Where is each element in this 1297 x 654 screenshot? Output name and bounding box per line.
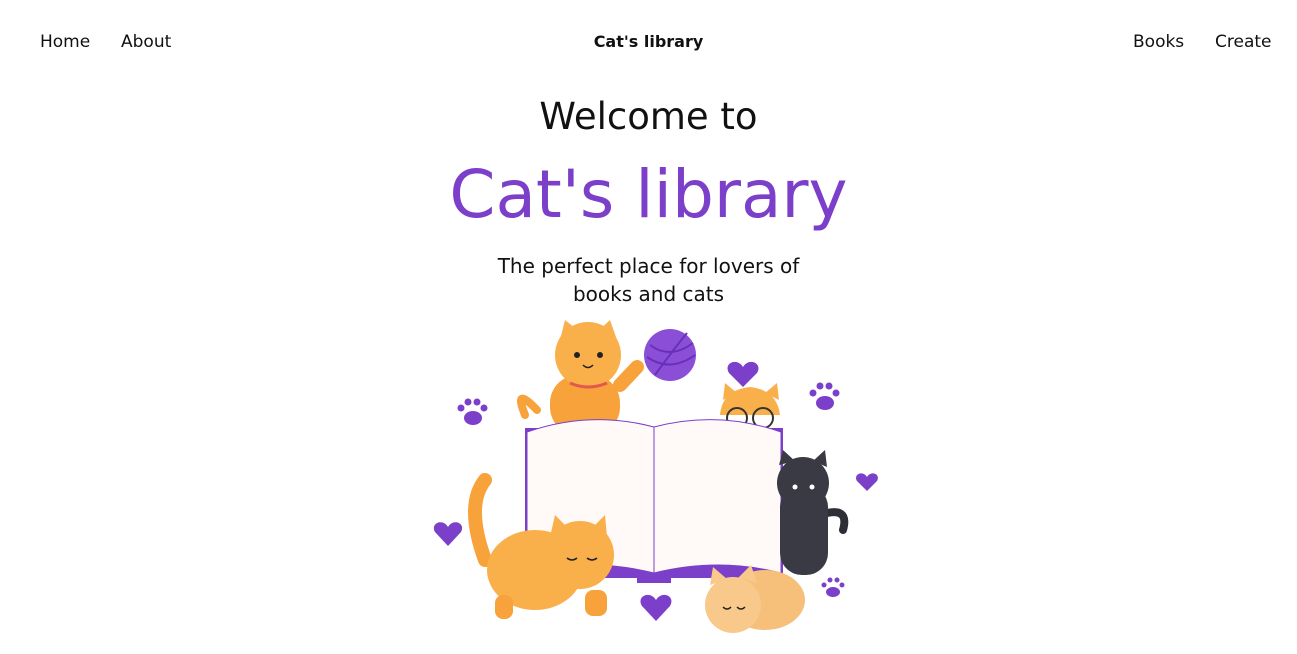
yarn-ball-icon — [644, 329, 696, 381]
heart-icon — [856, 473, 878, 491]
heart-icon — [640, 594, 672, 621]
heart-icon — [433, 522, 463, 546]
welcome-heading: Welcome to — [539, 95, 758, 138]
tagline: The perfect place for lovers of books an… — [0, 252, 1297, 308]
heart-icon — [727, 361, 759, 387]
black-cat-sitting — [777, 450, 849, 575]
top-navigation: Home About Cat's library Books Create — [0, 0, 1297, 84]
tagline-line-1: The perfect place for lovers of — [497, 254, 800, 278]
nav-create-link[interactable]: Create — [1215, 30, 1272, 54]
nav-brand-link[interactable]: Cat's library — [0, 30, 1297, 54]
paw-print-icon — [809, 382, 840, 410]
nav-books-link[interactable]: Books — [1133, 30, 1184, 54]
orange-cat-curled — [705, 565, 805, 633]
cats-reading-book-illustration — [425, 315, 885, 650]
tagline-line-2: books and cats — [572, 282, 725, 306]
orange-cat-waving — [517, 320, 644, 435]
paw-print-icon — [821, 577, 845, 597]
page-title: Cat's library — [449, 156, 848, 233]
paw-print-icon — [457, 398, 488, 425]
